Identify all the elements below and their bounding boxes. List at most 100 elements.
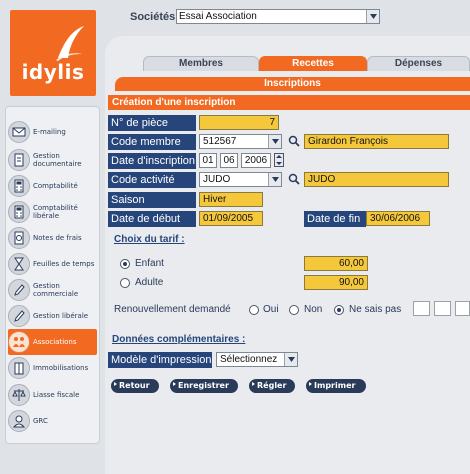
sidebar-item-label: Gestion libérale <box>33 312 89 320</box>
activite-select[interactable]: JUDO <box>199 172 282 187</box>
saison-field: Hiver <box>199 192 263 207</box>
date-fin-field: 30/06/2006 <box>366 211 430 226</box>
date-inscription-label: Date d'inscription <box>108 153 196 169</box>
tab-depenses[interactable]: Dépenses <box>367 56 470 71</box>
section-title: Création d'une inscription <box>108 95 470 110</box>
modele-value: Sélectionnez <box>220 354 278 365</box>
modele-label: Modèle d'impression <box>108 352 212 368</box>
activite-name-field: JUDO <box>304 172 449 187</box>
sidebar-item-label: E-mailing <box>33 128 66 136</box>
pen-icon <box>8 305 30 327</box>
people-icon <box>8 331 30 353</box>
sidebar-item-label: Feuilles de temps <box>33 260 95 268</box>
saison-label: Saison <box>108 192 196 208</box>
membre-select[interactable]: 512567 <box>199 134 282 149</box>
imprimer-button[interactable]: Imprimer <box>306 379 366 393</box>
renouvellement-oui-radio[interactable] <box>249 305 259 315</box>
sidebar-item[interactable]: Liasse fiscale <box>8 382 97 408</box>
tarif-enfant-label: Enfant <box>135 258 164 269</box>
receipt-icon <box>8 227 30 249</box>
membre-label: Code membre <box>108 134 196 150</box>
page-title: Inscriptions <box>115 77 470 91</box>
renouvellement-label: Renouvellement demandé <box>114 304 231 315</box>
calendar-icon[interactable] <box>274 153 284 167</box>
societes-select[interactable]: Essai Association <box>176 9 380 24</box>
sidebar-item-label: Associations <box>33 338 77 346</box>
date-fin-label: Date de fin <box>304 211 366 227</box>
renouvellement-non-radio[interactable] <box>289 305 299 315</box>
piece-input[interactable]: 7 <box>199 115 279 130</box>
renouvellement-non-label: Non <box>304 304 323 315</box>
regler-button[interactable]: Régler <box>249 379 295 393</box>
renouvellement-oui-label: Oui <box>263 304 279 315</box>
enregistrer-button[interactable]: Enregistrer <box>170 379 238 393</box>
chevron-down-icon[interactable] <box>268 135 281 148</box>
date-debut-label: Date de début <box>108 211 196 227</box>
tab-recettes[interactable]: Recettes <box>259 56 367 71</box>
sidebar-item-label: Comptabilité <box>33 182 78 190</box>
sidebar-item[interactable]: Feuilles de temps <box>8 251 97 277</box>
membre-code: 512567 <box>203 136 237 147</box>
sidebar-item-label: Gestion documentaire <box>33 152 82 168</box>
extra-input-3[interactable] <box>455 301 470 316</box>
renouvellement-nsp-label: Ne sais pas <box>349 304 402 315</box>
societes-value: Essai Association <box>179 11 257 22</box>
sidebar-item[interactable]: Notes de frais <box>8 225 97 251</box>
sidebar-item-label: Gestion commerciale <box>33 282 79 298</box>
chevron-down-icon[interactable] <box>268 173 281 186</box>
calculator-icon <box>8 175 30 197</box>
sidebar-item[interactable]: Comptabilité libérale <box>8 199 97 225</box>
activite-code: JUDO <box>203 174 231 185</box>
calculator-icon <box>8 201 30 223</box>
piece-label: N° de pièce <box>108 115 196 131</box>
sidebar: E-mailing Gestion documentaire Comptabilit… <box>5 106 100 444</box>
scale-icon <box>8 384 30 406</box>
search-icon[interactable] <box>288 135 300 147</box>
tarif-adulte-radio[interactable] <box>120 278 130 288</box>
tarif-enfant-amount: 60,00 <box>304 256 368 271</box>
building-icon <box>8 357 30 379</box>
activite-label: Code activité <box>108 172 196 188</box>
left-column: idylis E-mailing Gestion documentaire Comp… <box>0 0 105 474</box>
document-icon <box>8 149 30 171</box>
retour-button[interactable]: Retour <box>111 379 159 393</box>
tab-bar: Membres Recettes Dépenses <box>143 56 470 71</box>
chevron-down-icon[interactable] <box>284 353 297 366</box>
date-debut-field: 01/09/2005 <box>199 211 263 226</box>
extra-input-1[interactable] <box>413 301 430 316</box>
extra-input-2[interactable] <box>434 301 451 316</box>
search-icon[interactable] <box>288 173 300 185</box>
sidebar-item[interactable]: Gestion commerciale <box>8 277 97 303</box>
sidebar-item[interactable]: GRC <box>8 408 97 434</box>
tarif-enfant-radio[interactable] <box>120 259 130 269</box>
date-day-input[interactable]: 01 <box>199 153 217 168</box>
sidebar-item[interactable]: Gestion documentaire <box>8 147 97 173</box>
sidebar-item-label: GRC <box>33 417 48 425</box>
tarif-adulte-label: Adulte <box>135 277 164 288</box>
sidebar-item[interactable]: Immobilisations <box>8 355 97 381</box>
renouvellement-nsp-radio[interactable] <box>334 305 344 315</box>
sidebar-item-label: Comptabilité libérale <box>33 204 78 220</box>
sidebar-item[interactable]: E-mailing <box>8 119 97 145</box>
date-month-input[interactable]: 06 <box>220 153 238 168</box>
membre-name-field: Girardon François <box>304 134 449 149</box>
sidebar-item[interactable]: Gestion libérale <box>8 303 97 329</box>
hourglass-icon <box>8 253 30 275</box>
brand-name: idylis <box>21 60 85 84</box>
brand-logo: idylis <box>10 10 96 96</box>
sidebar-item-label: Liasse fiscale <box>33 391 80 399</box>
contacts-icon <box>8 410 30 432</box>
sidebar-item[interactable]: Comptabilité <box>8 173 97 199</box>
date-year-input[interactable]: 2006 <box>241 153 271 168</box>
tarif-heading: Choix du tarif : <box>114 234 185 245</box>
complement-heading: Données complémentaires : <box>112 334 246 345</box>
tarif-adulte-amount: 90,00 <box>304 275 368 290</box>
modele-select[interactable]: Sélectionnez <box>216 352 298 367</box>
app-window: idylis E-mailing Gestion documentaire Comp… <box>0 0 470 474</box>
pen-icon <box>8 279 30 301</box>
sidebar-item-label: Notes de frais <box>33 234 82 242</box>
sidebar-item-label: Immobilisations <box>33 364 89 372</box>
tab-membres[interactable]: Membres <box>143 56 259 71</box>
sidebar-item[interactable]: Associations <box>8 329 97 355</box>
chevron-down-icon[interactable] <box>366 10 379 23</box>
